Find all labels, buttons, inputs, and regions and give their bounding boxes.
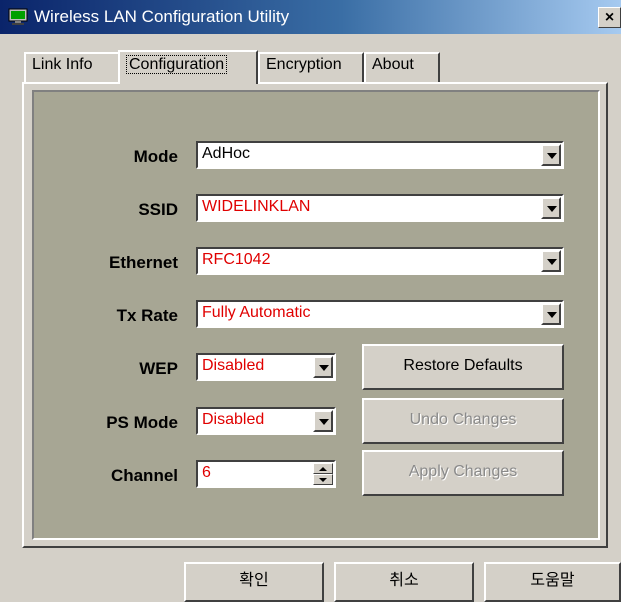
tab-label: Encryption bbox=[266, 56, 342, 73]
chevron-down-icon bbox=[547, 206, 557, 212]
tab-configuration[interactable]: Configuration bbox=[118, 50, 258, 84]
ethernet-value: RFC1042 bbox=[202, 251, 271, 268]
mode-label: Mode bbox=[133, 147, 178, 166]
mode-value: AdHoc bbox=[202, 145, 251, 162]
mode-select[interactable]: AdHoc bbox=[196, 141, 564, 169]
chevron-down-icon bbox=[547, 312, 557, 318]
spin-down-button[interactable] bbox=[313, 474, 333, 485]
ssid-select[interactable]: WIDELINKLAN bbox=[196, 194, 564, 222]
close-button[interactable]: × bbox=[598, 7, 621, 28]
tx-rate-select[interactable]: Fully Automatic bbox=[196, 300, 564, 328]
network-monitor-icon bbox=[8, 8, 28, 26]
tx-rate-label: Tx Rate bbox=[116, 306, 178, 325]
ethernet-label: Ethernet bbox=[109, 253, 178, 272]
close-icon: × bbox=[604, 9, 615, 26]
help-button[interactable]: 도움말 bbox=[484, 562, 621, 602]
apply-changes-button[interactable]: Apply Changes bbox=[362, 450, 564, 496]
chevron-down-icon bbox=[547, 153, 557, 159]
restore-defaults-label: Restore Defaults bbox=[403, 357, 523, 374]
ok-label: 확인 bbox=[239, 572, 269, 589]
chevron-down-icon bbox=[319, 365, 329, 371]
tab-label: About bbox=[372, 56, 414, 73]
ethernet-dropdown-button[interactable] bbox=[541, 250, 561, 272]
ethernet-select[interactable]: RFC1042 bbox=[196, 247, 564, 275]
ps-mode-value: Disabled bbox=[202, 411, 265, 428]
window-title: Wireless LAN Configuration Utility bbox=[34, 7, 290, 26]
tab-link-info[interactable]: Link Info bbox=[24, 52, 120, 82]
chevron-down-icon bbox=[319, 419, 329, 425]
tab-label: Link Info bbox=[32, 56, 93, 73]
chevron-down-icon bbox=[319, 478, 327, 482]
channel-spinbox[interactable]: 6 bbox=[196, 460, 336, 488]
tx-rate-dropdown-button[interactable] bbox=[541, 303, 561, 325]
tab-label: Configuration bbox=[126, 55, 228, 74]
wep-label: WEP bbox=[139, 359, 178, 378]
channel-label: Channel bbox=[110, 466, 178, 485]
ok-button[interactable]: 확인 bbox=[184, 562, 324, 602]
wep-value: Disabled bbox=[202, 357, 265, 374]
title-bar: Wireless LAN Configuration Utility × bbox=[0, 0, 621, 34]
undo-changes-label: Undo Changes bbox=[409, 411, 517, 428]
tab-encryption[interactable]: Encryption bbox=[258, 52, 364, 82]
ps-mode-select[interactable]: Disabled bbox=[196, 407, 336, 435]
restore-defaults-button[interactable]: Restore Defaults bbox=[362, 344, 564, 390]
apply-changes-label: Apply Changes bbox=[408, 463, 518, 480]
chevron-down-icon bbox=[547, 259, 557, 265]
channel-value: 6 bbox=[202, 464, 211, 481]
undo-changes-button[interactable]: Undo Changes bbox=[362, 398, 564, 444]
tab-about[interactable]: About bbox=[364, 52, 440, 82]
wep-select[interactable]: Disabled bbox=[196, 353, 336, 381]
ps-mode-dropdown-button[interactable] bbox=[313, 410, 333, 432]
cancel-label: 취소 bbox=[389, 572, 419, 589]
chevron-up-icon bbox=[319, 467, 327, 471]
cancel-button[interactable]: 취소 bbox=[334, 562, 474, 602]
ps-mode-label: PS Mode bbox=[106, 413, 178, 432]
ssid-value: WIDELINKLAN bbox=[202, 198, 311, 215]
mode-dropdown-button[interactable] bbox=[541, 144, 561, 166]
help-label: 도움말 bbox=[530, 572, 575, 589]
tx-rate-value: Fully Automatic bbox=[202, 304, 311, 321]
spin-up-button[interactable] bbox=[313, 463, 333, 474]
channel-spinner[interactable] bbox=[313, 463, 333, 485]
wep-dropdown-button[interactable] bbox=[313, 356, 333, 378]
ssid-label: SSID bbox=[138, 200, 178, 219]
ssid-dropdown-button[interactable] bbox=[541, 197, 561, 219]
